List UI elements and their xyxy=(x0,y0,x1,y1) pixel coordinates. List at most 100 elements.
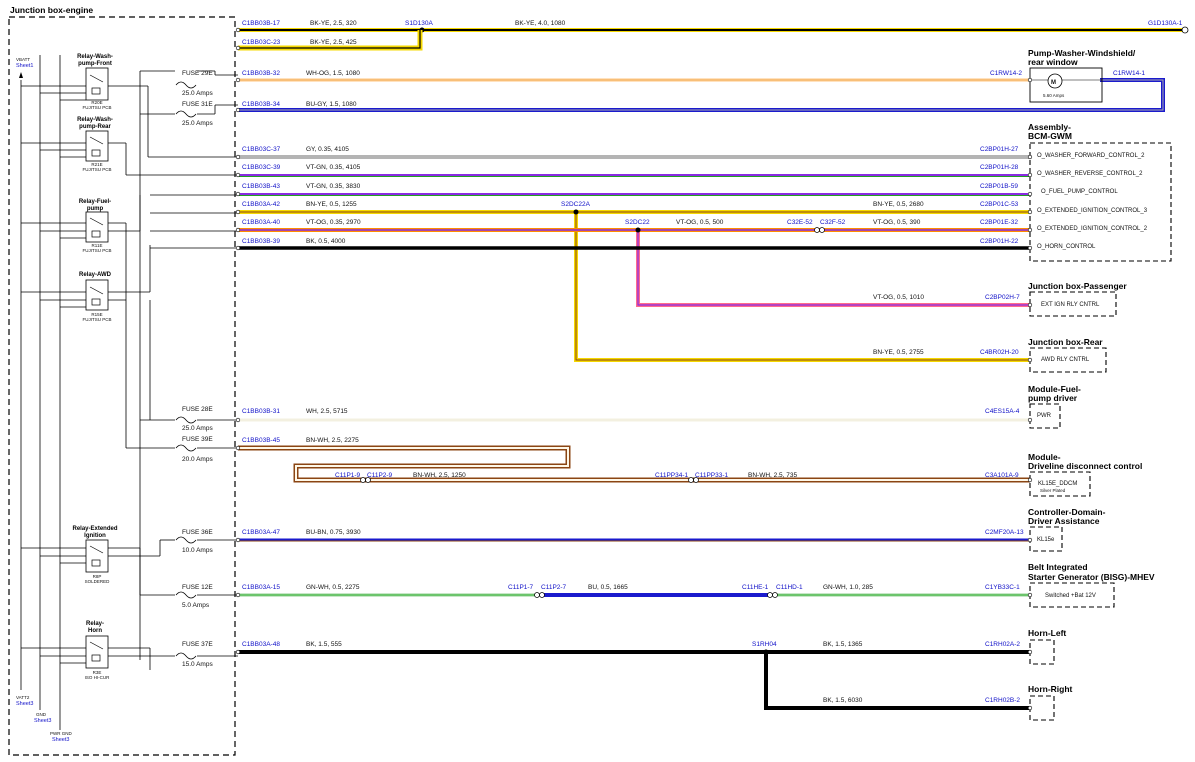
svg-text:C2BP01B-59: C2BP01B-59 xyxy=(980,183,1018,190)
wire-vt-gn-2: C1BB03B-43 VT-GN, 0.35, 3830 C2BP01B-59 xyxy=(238,183,1030,196)
svg-text:C2MF20A-13: C2MF20A-13 xyxy=(985,529,1024,536)
svg-text:pump driver: pump driver xyxy=(1028,393,1078,403)
svg-text:FUSE 39E: FUSE 39E xyxy=(182,436,213,443)
relay-horn: Relay- Horn R3E ISO HI-CUR xyxy=(85,621,111,680)
svg-text:VT-GN, 0.35, 4105: VT-GN, 0.35, 4105 xyxy=(306,164,361,171)
svg-text:C1BB03A-15: C1BB03A-15 xyxy=(242,584,280,591)
vbatt-sheet: Sheet1 xyxy=(16,63,33,69)
wire-bk-horn: C1BB03A-48 BK, 1.5, 555 S1RH04 BK, 1.5, … xyxy=(238,641,1030,710)
svg-text:5.0 Amps: 5.0 Amps xyxy=(182,602,210,609)
svg-text:C1YB33C-1: C1YB33C-1 xyxy=(985,584,1020,591)
svg-text:C1BB03B-45: C1BB03B-45 xyxy=(242,437,280,444)
svg-text:C11HE-1: C11HE-1 xyxy=(742,584,769,591)
horn-left: Horn-Left xyxy=(1028,628,1066,665)
svg-text:Horn-Left: Horn-Left xyxy=(1028,628,1066,638)
svg-text:SOLDERED: SOLDERED xyxy=(85,579,111,584)
gnd-ref: GND xyxy=(36,712,47,717)
svg-text:EXT IGN RLY CNTRL: EXT IGN RLY CNTRL xyxy=(1041,302,1100,308)
svg-text:BCM-GWM: BCM-GWM xyxy=(1028,131,1072,141)
svg-text:C1BB03C-23: C1BB03C-23 xyxy=(242,39,281,46)
wire-bu-bn: C1BB03A-47 BU-BN, 0.75, 3930 C2MF20A-13 xyxy=(238,529,1030,542)
module-driveline-disconnect: Module- Driveline disconnect control KL1… xyxy=(1028,452,1142,497)
svg-text:C2BP01H-27: C2BP01H-27 xyxy=(980,146,1019,153)
svg-text:Relay-Wash-: Relay-Wash- xyxy=(77,54,113,60)
svg-text:Horn: Horn xyxy=(88,628,102,634)
wire-gn-wh-bu: C1BB03A-15 GN-WH, 0.5, 2275 C11P1-7 C11P… xyxy=(238,584,1030,598)
svg-text:C11P2-7: C11P2-7 xyxy=(541,584,567,591)
svg-text:M: M xyxy=(1051,80,1056,86)
wire-vt-gn-1: C1BB03C-39 VT-GN, 0.35, 4105 C2BP01H-28 xyxy=(238,164,1030,177)
relay-fuel-pump: Relay-Fuel- pump R11E FUJITSU PCB xyxy=(79,199,112,253)
svg-text:C1BB03A-42: C1BB03A-42 xyxy=(242,201,280,208)
svg-text:VT-OG, 0.5, 1010: VT-OG, 0.5, 1010 xyxy=(873,294,924,301)
svg-text:C11P1-7: C11P1-7 xyxy=(508,584,534,591)
svg-text:C11P2-9: C11P2-9 xyxy=(367,472,393,479)
svg-text:C4BR02H-20: C4BR02H-20 xyxy=(980,349,1019,356)
svg-text:VT-OG, 0.35, 2970: VT-OG, 0.35, 2970 xyxy=(306,219,361,226)
svg-text:Junction box-Rear: Junction box-Rear xyxy=(1028,337,1103,347)
wire-bn-wh: C1BB03B-45 BN-WH, 2.5, 2275 C11P1-9 C11P… xyxy=(238,437,1030,483)
wiring-diagram: Junction box-engine VBATT Sheet1 VATT2 S… xyxy=(8,5,1189,756)
svg-text:Relay-: Relay- xyxy=(86,621,104,627)
wire-bk-ye-top: C1BB03B-17 BK-YE, 2.5, 320 S1D130A BK-YE… xyxy=(238,20,1189,34)
svg-text:10.0 Amps: 10.0 Amps xyxy=(182,547,213,554)
svg-text:Relay-AWD: Relay-AWD xyxy=(79,272,112,278)
module-fuel-pump-driver: Module-Fuel- pump driver PWR xyxy=(1028,384,1081,429)
bcm-gwm-component: Assembly- BCM-GWM O_WASHER_FORWARD_CONTR… xyxy=(1028,122,1172,262)
svg-text:pump-Rear: pump-Rear xyxy=(79,124,111,130)
controller-domain-driver-assistance: Controller-Domain- Driver Assistance KL1… xyxy=(1028,507,1106,552)
svg-text:FUJITSU PCB: FUJITSU PCB xyxy=(82,105,111,110)
svg-text:20.0 Amps: 20.0 Amps xyxy=(182,456,213,463)
wire-wh: C1BB03B-31 WH, 2.5, 5715 C4ES15A-4 xyxy=(238,408,1030,422)
svg-text:S1D130A: S1D130A xyxy=(405,20,433,27)
svg-text:BN-WH, 2.5, 735: BN-WH, 2.5, 735 xyxy=(748,472,798,479)
svg-text:C1BB03B-31: C1BB03B-31 xyxy=(242,408,280,415)
svg-text:FUSE 36E: FUSE 36E xyxy=(182,529,213,536)
svg-text:C11PP33-1: C11PP33-1 xyxy=(695,472,729,479)
svg-text:25.0 Amps: 25.0 Amps xyxy=(182,120,213,127)
fuse-39e: FUSE 39E 20.0 Amps xyxy=(175,436,213,463)
svg-text:BN-YE, 0.5, 1255: BN-YE, 0.5, 1255 xyxy=(306,201,357,208)
svg-text:FUJITSU PCB: FUJITSU PCB xyxy=(82,248,111,253)
junction-box-title: Junction box-engine xyxy=(10,5,93,15)
relay-awd: Relay-AWD R15E FUJITSU PCB xyxy=(79,272,112,322)
connector-pins xyxy=(235,27,1033,711)
svg-text:AWD RLY CNTRL: AWD RLY CNTRL xyxy=(1041,357,1090,363)
fuse-37e: FUSE 37E 15.0 Amps xyxy=(175,641,213,668)
svg-text:BK, 1.5, 1365: BK, 1.5, 1365 xyxy=(823,641,863,648)
svg-text:BK, 1.5, 555: BK, 1.5, 555 xyxy=(306,641,342,648)
fuse-36e: FUSE 36E 10.0 Amps xyxy=(175,529,213,554)
svg-text:O_FUEL_PUMP_CONTROL: O_FUEL_PUMP_CONTROL xyxy=(1041,189,1118,195)
bisg-component: Belt Integrated Starter Generator (BISG)… xyxy=(1028,562,1155,608)
vbatt-arrow-icon xyxy=(19,72,23,78)
svg-text:S2DC22A: S2DC22A xyxy=(561,201,591,208)
svg-text:C1BB03C-39: C1BB03C-39 xyxy=(242,164,281,171)
svg-text:Driveline disconnect control: Driveline disconnect control xyxy=(1028,461,1142,471)
svg-text:5.60 Amps: 5.60 Amps xyxy=(1043,93,1065,98)
svg-text:C1BB03A-47: C1BB03A-47 xyxy=(242,529,280,536)
svg-text:C1RH02B-2: C1RH02B-2 xyxy=(985,697,1020,704)
svg-text:BN-WH, 2.5, 2275: BN-WH, 2.5, 2275 xyxy=(306,437,359,444)
svg-text:BK-YE, 4.0, 1080: BK-YE, 4.0, 1080 xyxy=(515,20,566,27)
svg-text:C2BP01H-22: C2BP01H-22 xyxy=(980,238,1019,245)
svg-text:C1RW14-2: C1RW14-2 xyxy=(990,70,1022,77)
svg-text:O_WASHER_REVERSE_CONTROL_2: O_WASHER_REVERSE_CONTROL_2 xyxy=(1037,171,1143,177)
svg-text:BK-YE, 2.5, 320: BK-YE, 2.5, 320 xyxy=(310,20,357,27)
wire-gy: C1BB03C-37 GY, 0.35, 4105 C2BP01H-27 xyxy=(238,146,1030,159)
svg-text:C3A101A-9: C3A101A-9 xyxy=(985,472,1019,479)
svg-text:FUSE 31E: FUSE 31E xyxy=(182,101,213,108)
pwr-gnd-ref: PWR GND xyxy=(50,731,72,736)
svg-text:C11P1-9: C11P1-9 xyxy=(335,472,361,479)
junction-box-passenger: Junction box-Passenger EXT IGN RLY CNTRL… xyxy=(873,281,1127,317)
svg-text:BN-YE, 0.5, 2755: BN-YE, 0.5, 2755 xyxy=(873,349,924,356)
svg-text:pump: pump xyxy=(87,206,104,212)
svg-text:C1BB03B-32: C1BB03B-32 xyxy=(242,70,280,77)
svg-text:S2DC22: S2DC22 xyxy=(625,219,650,226)
svg-text:Driver Assistance: Driver Assistance xyxy=(1028,516,1100,526)
svg-text:KL15E_DDCM: KL15E_DDCM xyxy=(1038,481,1077,487)
svg-text:FUSE 12E: FUSE 12E xyxy=(182,584,213,591)
svg-text:rear window: rear window xyxy=(1028,57,1078,67)
internal-bus xyxy=(20,55,238,730)
svg-text:G1D130A-1: G1D130A-1 xyxy=(1148,20,1183,27)
svg-text:C2BP01E-32: C2BP01E-32 xyxy=(980,219,1018,226)
